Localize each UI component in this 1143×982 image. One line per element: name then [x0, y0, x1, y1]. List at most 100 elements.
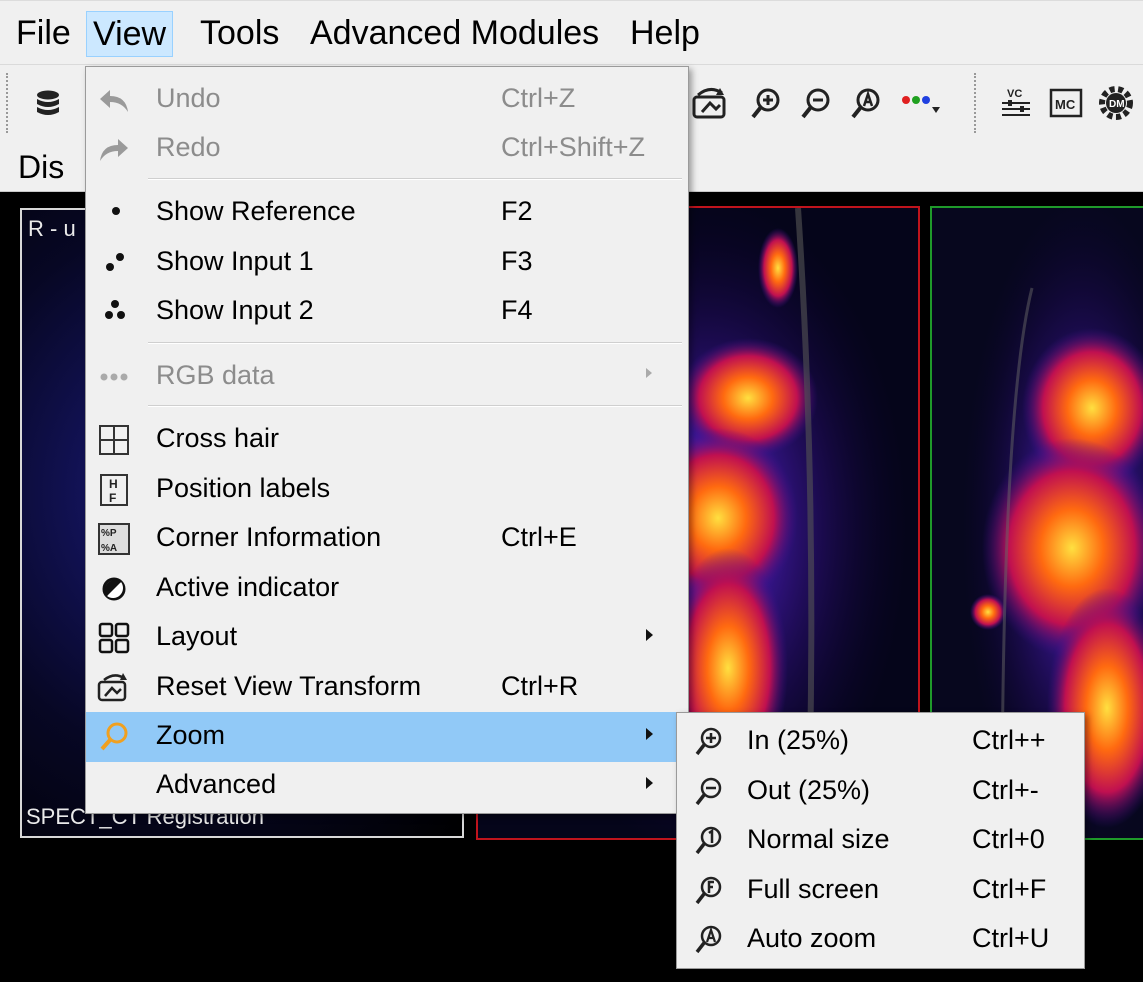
menu-item-label: Show Reference	[156, 196, 356, 226]
zoom-fullscreen-icon	[695, 876, 722, 905]
submenu-arrow-icon	[646, 777, 653, 789]
menu-item-label: Redo	[156, 132, 221, 162]
submenu-item-label: Out (25%)	[747, 775, 871, 805]
menu-item-label: Advanced	[156, 769, 277, 799]
menu-item-corner-information[interactable]: %P %A Corner Information Ctrl+E	[86, 514, 688, 564]
menu-item-rgb-data[interactable]: RGB data	[86, 352, 688, 402]
menu-item-cross-hair[interactable]: Cross hair	[86, 415, 688, 465]
zoom-normal-icon	[695, 826, 722, 855]
submenu-item-shortcut: Ctrl+U	[972, 923, 1050, 953]
reset-view-icon	[97, 673, 127, 702]
menu-help[interactable]: Help	[624, 11, 706, 57]
view-menu: Undo Ctrl+Z Redo Ctrl+Shift+Z Show Refer…	[85, 66, 689, 814]
zoom-in-icon[interactable]	[748, 85, 784, 121]
menu-item-label: Show Input 2	[156, 295, 314, 325]
menu-item-shortcut: Ctrl+Z	[501, 83, 576, 113]
menu-item-show-input-1[interactable]: Show Input 1 F3	[86, 238, 688, 288]
menu-item-active-indicator[interactable]: Active indicator	[86, 564, 688, 614]
rgb-dots-icon[interactable]	[898, 85, 942, 121]
submenu-item-shortcut: Ctrl+0	[972, 824, 1045, 854]
menu-tools[interactable]: Tools	[194, 11, 285, 57]
submenu-item-label: In (25%)	[747, 725, 850, 755]
menu-advanced-modules[interactable]: Advanced Modules	[304, 11, 605, 57]
submenu-item-normal-size[interactable]: Normal size Ctrl+0	[677, 816, 1084, 866]
submenu-arrow-icon	[646, 629, 653, 641]
menu-item-redo[interactable]: Redo Ctrl+Shift+Z	[86, 124, 688, 174]
menu-item-position-labels[interactable]: H F Position labels	[86, 465, 688, 515]
reset-view-icon[interactable]	[690, 85, 732, 121]
menu-bar: File View Tools Advanced Modules Help	[0, 0, 1143, 65]
active-indicator-icon	[102, 577, 126, 601]
layout-icon	[98, 622, 130, 654]
menu-item-label: Active indicator	[156, 572, 340, 602]
corner-information-icon: %P %A	[98, 523, 130, 555]
submenu-item-full-screen[interactable]: Full screen Ctrl+F	[677, 866, 1084, 916]
svg-text:%A: %A	[101, 543, 117, 554]
submenu-item-shortcut: Ctrl+-	[972, 775, 1039, 805]
toolbar-grip	[6, 73, 8, 133]
menu-item-label: Cross hair	[156, 423, 280, 453]
submenu-item-label: Normal size	[747, 824, 890, 854]
position-labels-icon: H F	[100, 474, 128, 506]
menu-item-label: Reset View Transform	[156, 671, 422, 701]
menu-separator	[148, 342, 682, 344]
menu-item-layout[interactable]: Layout	[86, 613, 688, 663]
menu-item-label: Layout	[156, 621, 238, 651]
submenu-item-label: Auto zoom	[747, 923, 877, 953]
menu-item-shortcut: F3	[501, 246, 533, 276]
toolbar-separator	[974, 73, 976, 133]
submenu-item-label: Full screen	[747, 874, 880, 904]
menu-item-shortcut: F4	[501, 295, 533, 325]
three-dots-icon	[105, 300, 125, 319]
menu-item-zoom[interactable]: Zoom	[86, 712, 688, 762]
menu-separator	[148, 178, 682, 180]
zoom-submenu: In (25%) Ctrl++ Out (25%) Ctrl+- Normal …	[676, 712, 1085, 969]
menu-item-label: Show Input 1	[156, 246, 314, 276]
menu-item-label: Position labels	[156, 473, 331, 503]
tab-display[interactable]: Dis	[18, 149, 64, 186]
menu-item-reset-view-transform[interactable]: Reset View Transform Ctrl+R	[86, 663, 688, 713]
menu-item-undo[interactable]: Undo Ctrl+Z	[86, 75, 688, 125]
zoom-auto-icon	[695, 925, 722, 954]
menu-item-advanced[interactable]: Advanced	[86, 761, 688, 811]
svg-text:H: H	[109, 477, 118, 491]
svg-text:%P: %P	[101, 528, 117, 539]
database-icon[interactable]	[30, 85, 66, 121]
magnifier-icon	[100, 722, 128, 751]
zoom-out-icon	[695, 777, 722, 806]
submenu-item-shortcut: Ctrl+F	[972, 874, 1047, 904]
menu-item-shortcut: Ctrl+R	[501, 671, 579, 701]
submenu-item-zoom-in[interactable]: In (25%) Ctrl++	[677, 717, 1084, 767]
menu-item-shortcut: Ctrl+Shift+Z	[501, 132, 646, 162]
menu-item-label: Corner Information	[156, 522, 382, 552]
menu-item-shortcut: F2	[501, 196, 533, 226]
auto-zoom-icon[interactable]	[848, 85, 884, 121]
vc-icon[interactable]: VC	[998, 85, 1034, 121]
svg-text:VC: VC	[1007, 88, 1022, 100]
menu-item-label: Zoom	[156, 720, 226, 750]
svg-text:DM: DM	[1109, 99, 1125, 110]
submenu-item-zoom-out[interactable]: Out (25%) Ctrl+-	[677, 767, 1084, 817]
mc-icon[interactable]: MC	[1048, 85, 1084, 121]
zoom-out-icon[interactable]	[798, 85, 834, 121]
menu-item-label: Undo	[156, 83, 221, 113]
menu-file[interactable]: File	[10, 11, 77, 57]
menu-view[interactable]: View	[86, 11, 174, 57]
rgb-data-icon	[100, 373, 128, 381]
pane-top-label: R - u	[28, 216, 76, 241]
menu-item-show-reference[interactable]: Show Reference F2	[86, 188, 688, 238]
svg-text:MC: MC	[1055, 97, 1076, 112]
submenu-arrow-icon	[646, 728, 653, 740]
submenu-item-shortcut: Ctrl++	[972, 725, 1046, 755]
submenu-item-auto-zoom[interactable]: Auto zoom Ctrl+U	[677, 915, 1084, 965]
two-dots-icon	[106, 253, 124, 271]
menu-item-shortcut: Ctrl+E	[501, 522, 577, 552]
menu-item-show-input-2[interactable]: Show Input 2 F4	[86, 287, 688, 337]
zoom-in-icon	[695, 727, 722, 756]
svg-text:F: F	[109, 491, 116, 505]
undo-icon	[100, 90, 128, 112]
redo-icon	[100, 139, 128, 161]
menu-item-label: RGB data	[156, 360, 275, 390]
dm-gear-icon[interactable]: DM	[1098, 85, 1134, 121]
submenu-arrow-icon	[646, 368, 652, 378]
